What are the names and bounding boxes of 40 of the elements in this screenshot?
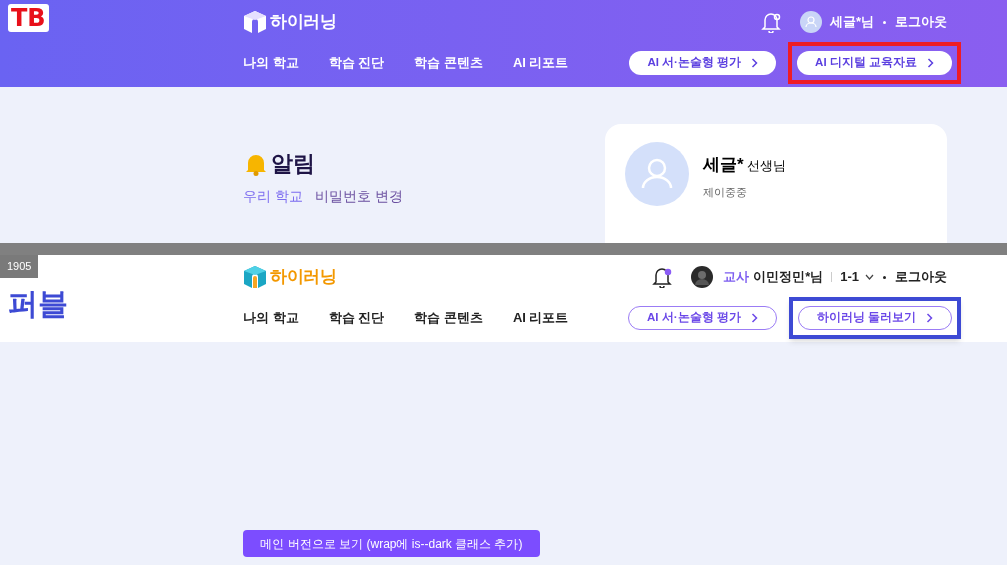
version-tag: 퍼블 xyxy=(8,281,68,326)
user-role: 교사 xyxy=(723,268,750,287)
profile-avatar-icon xyxy=(625,142,689,206)
tab-link[interactable]: 우리 학교 xyxy=(243,186,303,207)
header-button[interactable]: AI 서·논술형 평가 xyxy=(629,51,777,75)
tab-link[interactable]: 비밀번호 변경 xyxy=(314,186,403,207)
header-button[interactable]: AI 서·논술형 평가 xyxy=(628,306,777,330)
user-name: 이민정민*님 xyxy=(753,268,824,287)
avatar-icon xyxy=(691,266,714,288)
nav-link[interactable]: AI 리포트 xyxy=(512,53,569,73)
nav-link[interactable]: 학습 진단 xyxy=(328,53,385,73)
main-version-button[interactable]: 메인 버전으로 보기 (wrap에 is--dark 클래스 추가) xyxy=(243,530,540,557)
profile-suffix: 선생님 xyxy=(746,157,786,175)
class-selector[interactable]: 1-1 xyxy=(840,267,874,287)
logout-link[interactable]: 로그아웃 xyxy=(895,267,947,287)
chevron-right-icon xyxy=(927,58,934,68)
avatar-icon xyxy=(799,11,822,33)
logout-link[interactable]: 로그아웃 xyxy=(895,12,947,32)
nav-link[interactable]: AI 리포트 xyxy=(512,308,569,328)
nav-link[interactable]: 나의 학교 xyxy=(243,308,299,328)
school-name: 제이중중 xyxy=(703,184,748,200)
header-button[interactable]: 하이러닝 둘러보기 xyxy=(797,306,952,330)
page-title: 알림 xyxy=(271,150,315,178)
logo-icon xyxy=(243,265,267,289)
nav-link[interactable]: 학습 콘텐츠 xyxy=(414,308,483,328)
profile-name: 세글* xyxy=(703,154,744,176)
chevron-right-icon xyxy=(926,313,933,323)
chevron-right-icon xyxy=(751,58,759,68)
version-label: 1905 xyxy=(0,255,39,278)
chevron-right-icon xyxy=(750,313,758,323)
user-name: 세글*님 xyxy=(829,13,874,32)
nav-link[interactable]: 학습 콘텐츠 xyxy=(414,53,483,73)
logo-text[interactable]: 하이러닝 xyxy=(270,9,337,35)
version-tag: TB xyxy=(8,4,49,32)
logo-icon xyxy=(243,10,267,34)
chevron-down-icon xyxy=(865,274,874,280)
bell-icon[interactable] xyxy=(652,266,673,288)
nav-link[interactable]: 학습 진단 xyxy=(328,308,385,328)
nav-link[interactable]: 나의 학교 xyxy=(243,53,299,73)
header-button[interactable]: AI 디지털 교육자료 xyxy=(797,51,952,75)
